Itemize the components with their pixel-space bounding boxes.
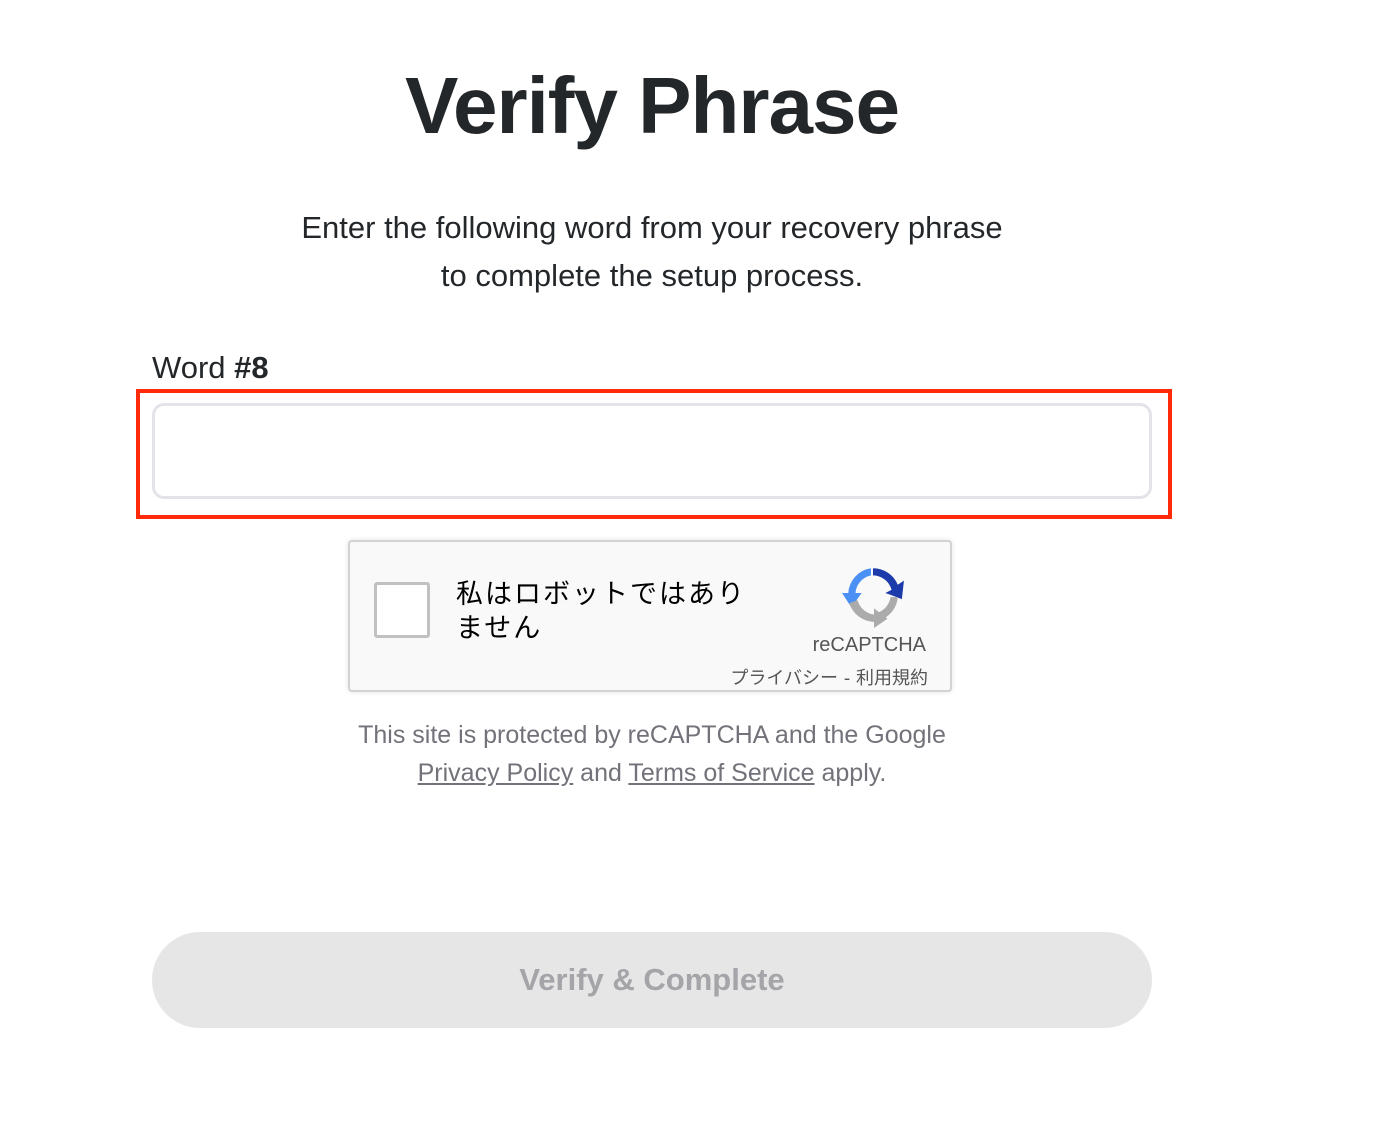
recaptcha-brand: reCAPTCHA	[812, 634, 926, 656]
verify-phrase-page: Verify Phrase Enter the following word f…	[0, 0, 1378, 1124]
page-title: Verify Phrase	[405, 61, 900, 150]
protection-note-apply: apply.	[814, 759, 887, 787]
word-field-label: Word #8	[152, 348, 269, 388]
verify-complete-button[interactable]: Verify & Complete	[152, 932, 1152, 1028]
recaptcha-checkbox-label: 私はロボットではありません	[456, 579, 746, 644]
privacy-policy-link[interactable]: Privacy Policy	[418, 759, 574, 787]
recaptcha-logo-icon	[842, 568, 904, 628]
subtitle-line-1: Enter the following word from your recov…	[301, 210, 1003, 245]
terms-of-service-link[interactable]: Terms of Service	[628, 759, 814, 787]
protection-note-and: and	[573, 759, 629, 787]
protection-note-line-1: This site is protected by reCAPTCHA and …	[358, 721, 946, 749]
protection-note-line-2: Privacy Policy and Terms of Service appl…	[0, 754, 1304, 792]
recaptcha-privacy-link[interactable]: プライバシー	[730, 668, 838, 689]
recaptcha-checkbox[interactable]	[374, 582, 430, 638]
word-label-prefix: Word	[152, 350, 235, 385]
recaptcha-widget: 私はロボットではありません reCAPTCHA プライバシー - 利用規約	[348, 540, 952, 692]
page-subtitle: Enter the following word from your recov…	[0, 204, 1304, 300]
recaptcha-links: プライバシー - 利用規約	[730, 664, 928, 690]
recaptcha-terms-link[interactable]: 利用規約	[856, 668, 928, 689]
recaptcha-protection-note: This site is protected by reCAPTCHA and …	[0, 716, 1304, 792]
recaptcha-link-separator: -	[838, 668, 856, 689]
word-input[interactable]	[152, 403, 1152, 499]
word-label-number: #8	[234, 350, 269, 385]
subtitle-line-2: to complete the setup process.	[440, 258, 864, 293]
